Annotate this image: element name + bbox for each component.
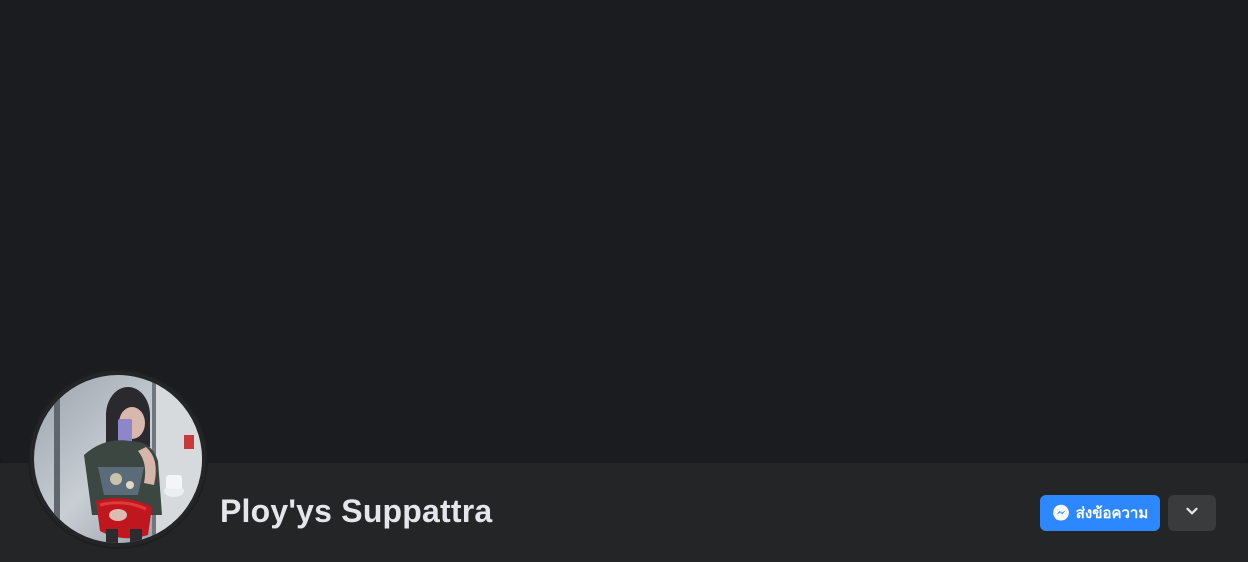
profile-photo-image: [34, 375, 202, 543]
chevron-down-icon: [1185, 504, 1199, 523]
profile-picture-frame[interactable]: [30, 371, 206, 547]
profile-name: Ploy'ys Suppattra: [220, 493, 493, 529]
cover-photo-area: [0, 0, 1248, 463]
messenger-icon: [1052, 504, 1070, 522]
profile-picture[interactable]: [34, 375, 202, 543]
more-options-button[interactable]: [1168, 495, 1216, 531]
profile-page: Ploy'ys Suppattra ส่งข้อความ: [0, 0, 1248, 562]
send-message-label: ส่งข้อความ: [1075, 505, 1149, 522]
send-message-button[interactable]: ส่งข้อความ: [1040, 495, 1160, 531]
